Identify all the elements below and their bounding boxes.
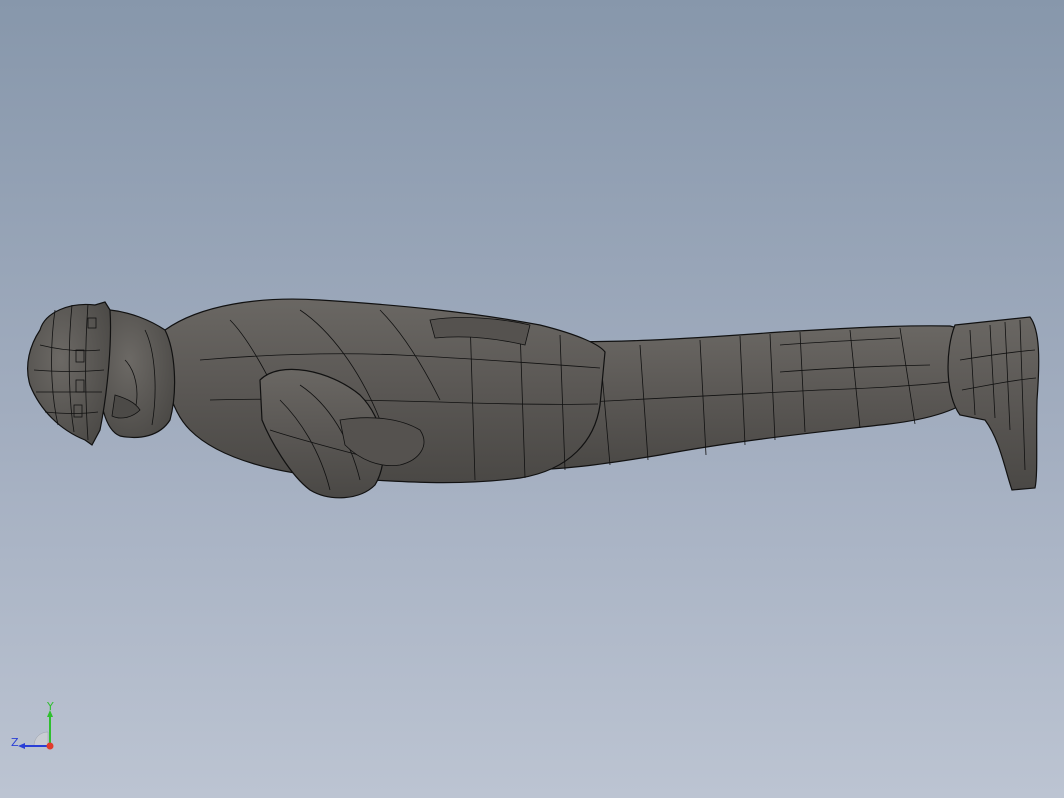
human-figure-model[interactable]	[0, 0, 1064, 798]
orientation-triad[interactable]: Y Z	[8, 698, 68, 758]
graphics-viewport[interactable]: Y Z	[0, 0, 1064, 798]
z-axis-arrowhead	[18, 743, 25, 749]
triad-plane-icon	[33, 731, 49, 747]
x-axis-dot	[46, 742, 54, 750]
y-axis-label: Y	[46, 700, 54, 713]
z-axis-label: Z	[11, 736, 19, 749]
boots	[947, 316, 1040, 491]
hard-hat	[27, 301, 112, 446]
